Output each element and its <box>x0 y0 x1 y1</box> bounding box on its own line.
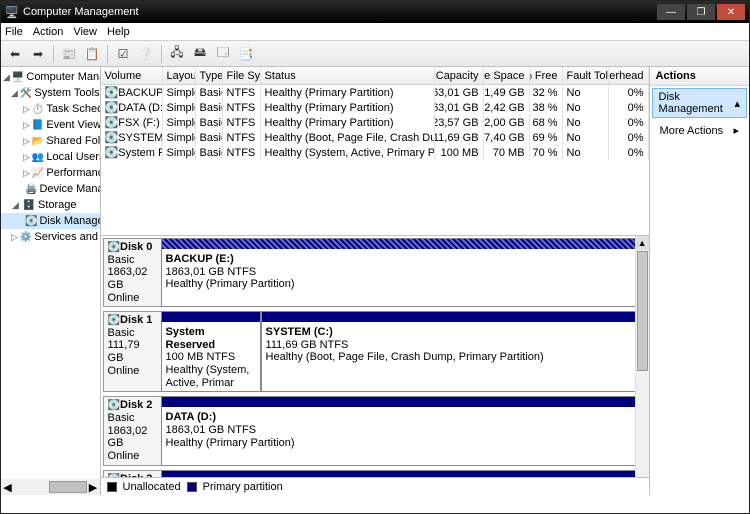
show-hide-button[interactable]: 📋 <box>82 44 102 64</box>
toolbar: ⬅ ➡ 📰 📋 ☑ ❔ 🖧 🖴 🗔 📑 <box>1 41 749 67</box>
up-button[interactable]: 📰 <box>59 44 79 64</box>
menu-action[interactable]: Action <box>33 26 64 38</box>
tree-services-apps[interactable]: ▷⚙️Services and Applications <box>1 229 100 245</box>
actions-pane: Actions Disk Management▴ More Actions▸ <box>650 67 749 495</box>
volume-table-header[interactable]: Volume Layout Type File System Status Ca… <box>101 67 649 85</box>
legend-label: Unallocated <box>123 481 181 493</box>
legend-swatch-unallocated <box>107 482 117 492</box>
center-pane: Volume Layout Type File System Status Ca… <box>101 67 650 495</box>
tree-local-users[interactable]: ▷👥Local Users and Groups <box>1 149 100 165</box>
disk-graphical-view[interactable]: 💽Disk 0Basic1863,02 GBOnline BACKUP (E:)… <box>101 235 649 477</box>
legend-swatch-primary <box>187 482 197 492</box>
disk-row-1[interactable]: 💽Disk 1Basic111,79 GBOnline System Reser… <box>103 311 647 392</box>
col-layout[interactable]: Layout <box>163 67 196 84</box>
close-button[interactable]: ✕ <box>717 4 745 20</box>
refresh-button[interactable]: 🖧 <box>167 44 187 64</box>
menubar: File Action View Help <box>1 23 749 41</box>
partition-backup-e[interactable]: BACKUP (E:)1863,01 GB NTFSHealthy (Prima… <box>161 238 647 307</box>
tree-scrollbar[interactable]: ◀▶ <box>1 479 100 495</box>
chevron-up-icon: ▴ <box>734 97 740 110</box>
disk-label[interactable]: 💽Disk 1Basic111,79 GBOnline <box>103 311 161 392</box>
col-overhead[interactable]: Overhead <box>609 67 649 84</box>
actions-disk-management[interactable]: Disk Management▴ <box>652 88 747 118</box>
table-row[interactable]: 💽DATA (D:)SimpleBasicNTFSHealthy (Primar… <box>101 100 649 115</box>
disk-label[interactable]: 💽Disk 2Basic1863,02 GBOnline <box>103 396 161 465</box>
disk-label[interactable]: 💽Disk 3Basic223,57 GBOnline <box>103 470 161 477</box>
table-row[interactable]: 💽BACKUP (E:)SimpleBasicNTFSHealthy (Prim… <box>101 85 649 100</box>
nav-tree[interactable]: ◢🖥️Computer Management (Local ◢🛠️System … <box>1 67 101 495</box>
disk-label[interactable]: 💽Disk 0Basic1863,02 GBOnline <box>103 238 161 307</box>
legend-label: Primary partition <box>203 481 283 493</box>
table-row[interactable]: 💽FSX (F:)SimpleBasicNTFSHealthy (Primary… <box>101 115 649 130</box>
tree-event-viewer[interactable]: ▷📘Event Viewer <box>1 117 100 133</box>
menu-view[interactable]: View <box>73 26 97 38</box>
separator-icon <box>107 45 108 63</box>
col-fault[interactable]: Fault Tolerance <box>563 67 609 84</box>
col-volume[interactable]: Volume <box>101 67 163 84</box>
back-button[interactable]: ⬅ <box>5 44 25 64</box>
separator-icon <box>161 45 162 63</box>
partition-fsx-f[interactable]: FSX (F:)223,57 GB NTFSHealthy (Primary P… <box>161 470 647 477</box>
properties-button[interactable]: ☑ <box>113 44 133 64</box>
col-pctfree[interactable]: % Free <box>530 67 563 84</box>
table-row[interactable]: 💽SYSTEM (C:)SimpleBasicNTFSHealthy (Boot… <box>101 130 649 145</box>
tree-system-tools[interactable]: ◢🛠️System Tools <box>1 85 100 101</box>
app-icon: 🖥️ <box>5 5 19 19</box>
minimize-button[interactable]: — <box>657 4 685 20</box>
tree-device-manager[interactable]: 🖨️Device Manager <box>1 181 100 197</box>
tree-storage[interactable]: ◢🗄️Storage <box>1 197 100 213</box>
legend: Unallocated Primary partition <box>101 477 649 495</box>
menu-file[interactable]: File <box>5 26 23 38</box>
col-status[interactable]: Status <box>261 67 435 84</box>
titlebar[interactable]: 🖥️ Computer Management — ❐ ✕ <box>1 1 749 23</box>
menu-help[interactable]: Help <box>107 26 130 38</box>
more-button[interactable]: 🗔 <box>213 44 233 64</box>
disk-area-scrollbar[interactable]: ▲ <box>635 236 649 477</box>
maximize-button[interactable]: ❐ <box>687 4 715 20</box>
table-row[interactable]: 💽System ReservedSimpleBasicNTFSHealthy (… <box>101 145 649 160</box>
col-filesystem[interactable]: File System <box>223 67 261 84</box>
window-buttons: — ❐ ✕ <box>657 4 745 20</box>
disk-row-0[interactable]: 💽Disk 0Basic1863,02 GBOnline BACKUP (E:)… <box>103 238 647 307</box>
tree-task-scheduler[interactable]: ▷⏱️Task Scheduler <box>1 101 100 117</box>
tree-shared-folders[interactable]: ▷📂Shared Folders <box>1 133 100 149</box>
tree-performance[interactable]: ▷📈Performance <box>1 165 100 181</box>
main: ◢🖥️Computer Management (Local ◢🛠️System … <box>1 67 749 495</box>
window-title: Computer Management <box>23 6 657 18</box>
col-freespace[interactable]: Free Space <box>484 67 530 84</box>
actions-more[interactable]: More Actions▸ <box>650 120 749 141</box>
tree-root[interactable]: ◢🖥️Computer Management (Local <box>1 69 100 85</box>
volume-table[interactable]: Volume Layout Type File System Status Ca… <box>101 67 649 235</box>
help-button[interactable]: ❔ <box>136 44 156 64</box>
chevron-right-icon: ▸ <box>733 124 739 137</box>
forward-button[interactable]: ➡ <box>28 44 48 64</box>
partition-data-d[interactable]: DATA (D:)1863,01 GB NTFSHealthy (Primary… <box>161 396 647 465</box>
col-capacity[interactable]: Capacity <box>435 67 484 84</box>
settings-button[interactable]: 🖴 <box>190 44 210 64</box>
actions-header: Actions <box>650 67 749 86</box>
partition-system-reserved[interactable]: System Reserved100 MB NTFSHealthy (Syste… <box>161 311 261 392</box>
partition-system-c[interactable]: SYSTEM (C:)111,69 GB NTFSHealthy (Boot, … <box>261 311 647 392</box>
extra-button[interactable]: 📑 <box>236 44 256 64</box>
disk-row-2[interactable]: 💽Disk 2Basic1863,02 GBOnline DATA (D:)18… <box>103 396 647 465</box>
disk-row-3[interactable]: 💽Disk 3Basic223,57 GBOnline FSX (F:)223,… <box>103 470 647 477</box>
separator-icon <box>53 45 54 63</box>
col-type[interactable]: Type <box>196 67 223 84</box>
tree-disk-management[interactable]: 💽Disk Management <box>1 213 100 229</box>
